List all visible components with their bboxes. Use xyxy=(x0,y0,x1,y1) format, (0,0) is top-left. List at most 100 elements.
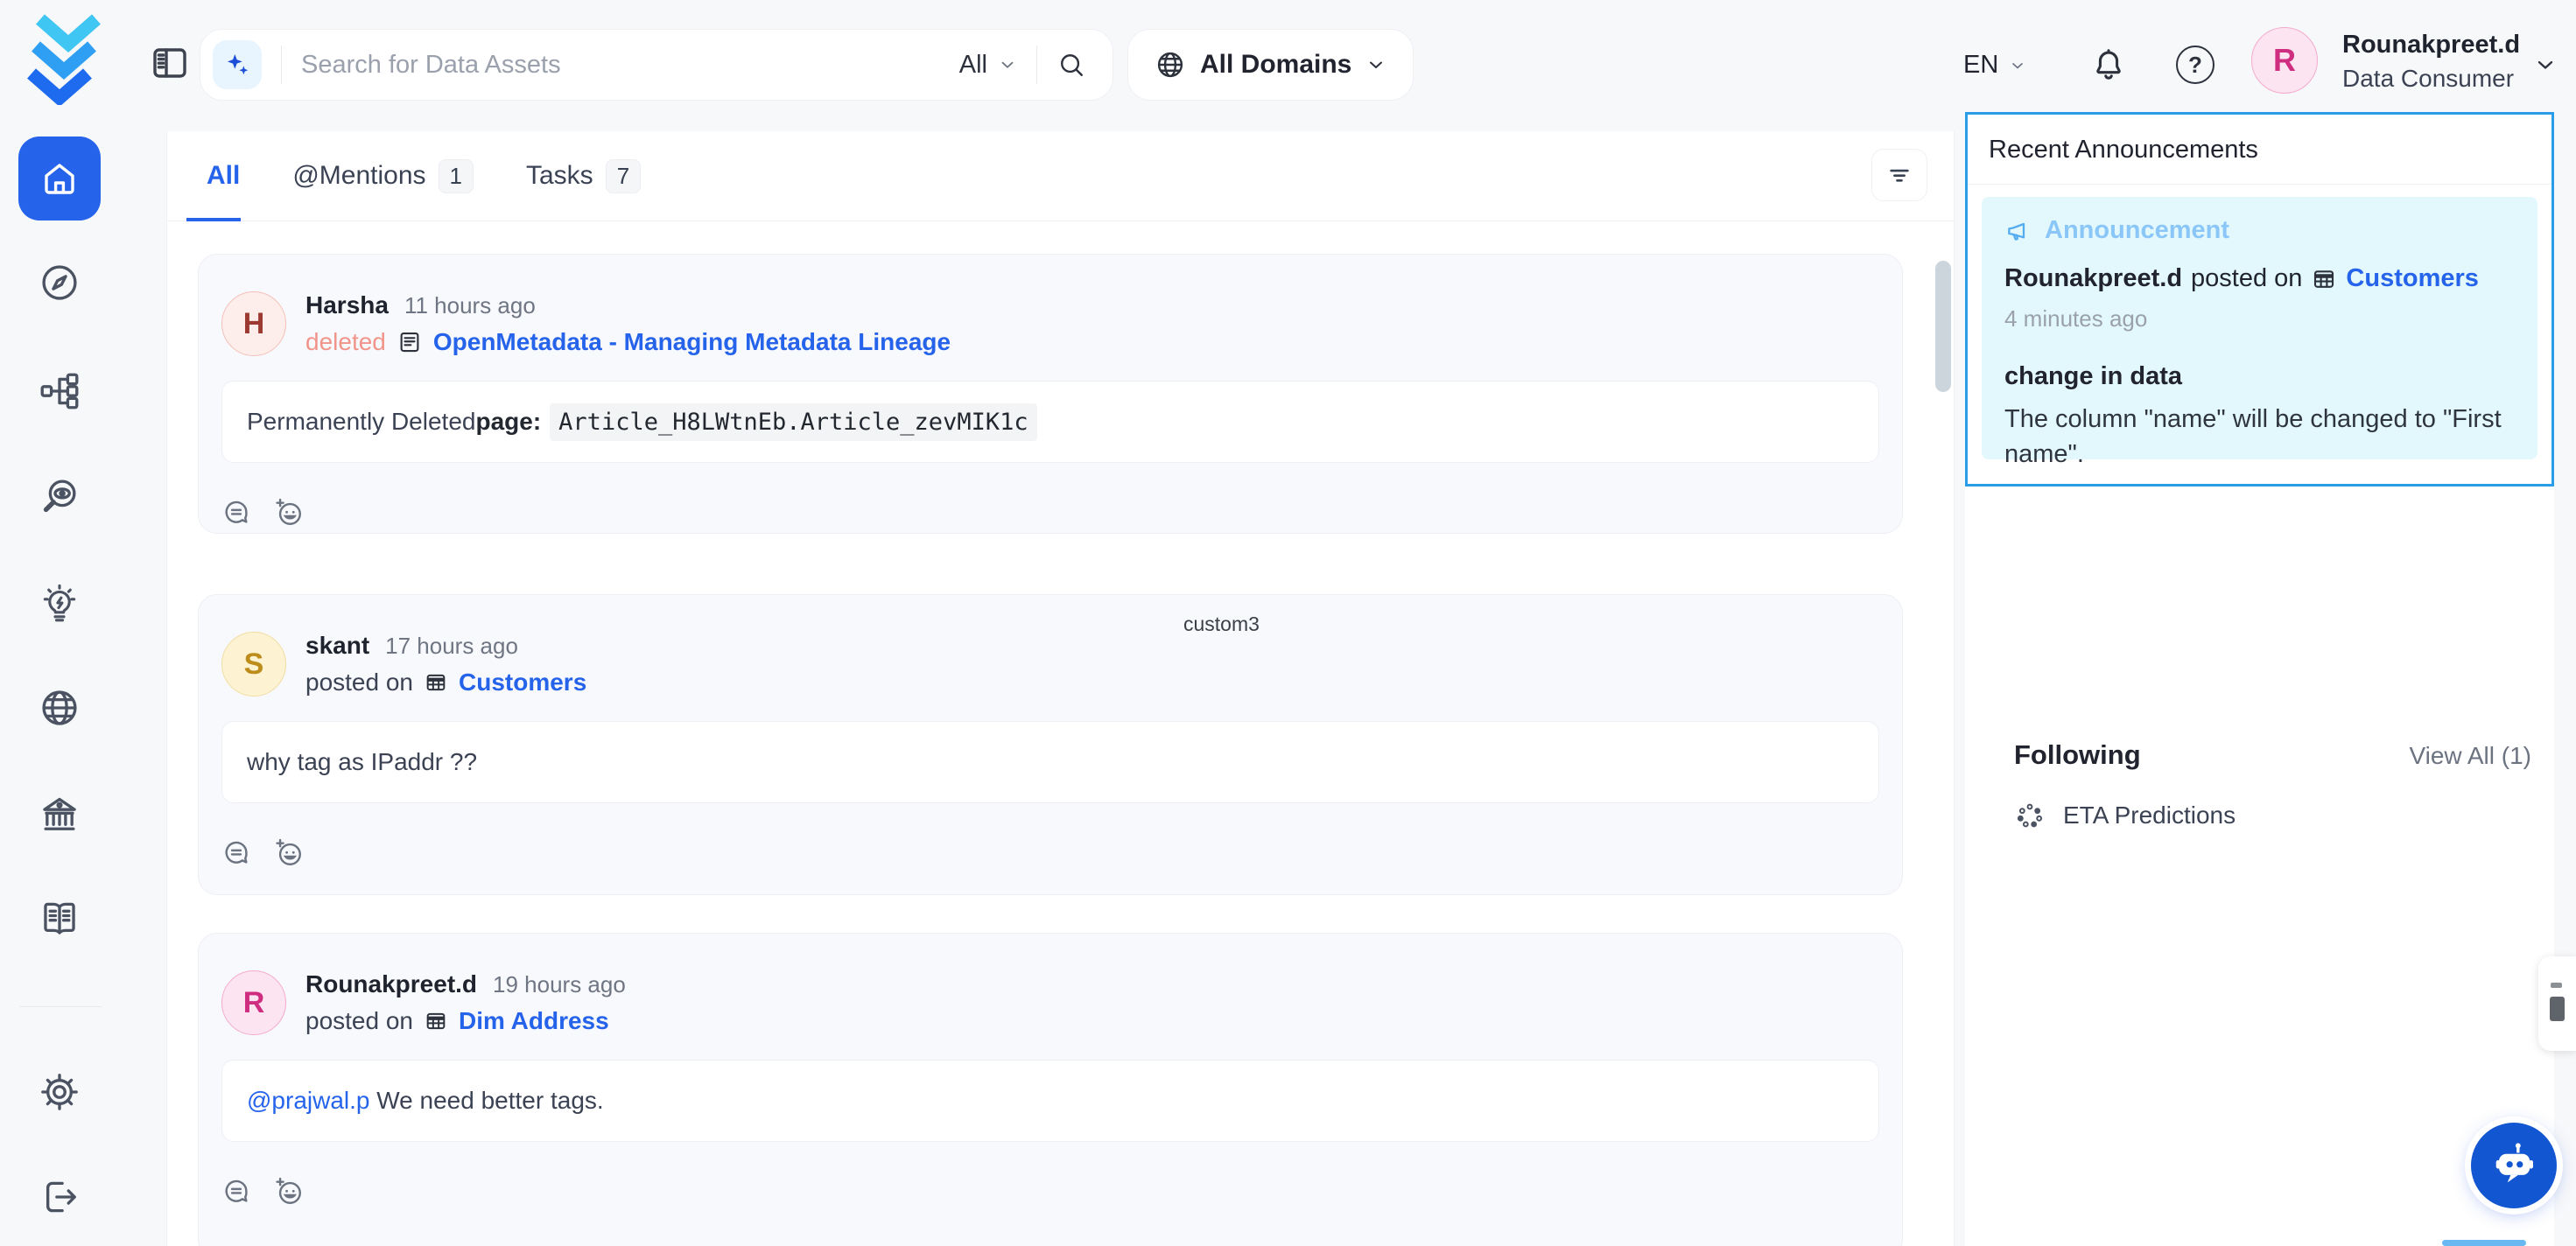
feed-filter-button[interactable] xyxy=(1871,149,1927,201)
active-tab-underline xyxy=(186,218,241,221)
entity-link[interactable]: Customers xyxy=(459,668,586,696)
sidebar-item-glossary[interactable] xyxy=(37,895,82,941)
add-reaction-icon[interactable] xyxy=(274,1177,304,1207)
add-reaction-icon[interactable] xyxy=(274,838,304,868)
tab-tasks-count: 7 xyxy=(606,159,641,193)
user-avatar[interactable]: R xyxy=(2251,27,2318,94)
globe-icon xyxy=(38,686,81,730)
edge-widget-glyph xyxy=(2550,997,2565,1021)
tab-tasks[interactable]: Tasks 7 xyxy=(526,159,641,193)
horizontal-scrollbar-thumb[interactable] xyxy=(2442,1240,2526,1246)
feed-action: posted on xyxy=(305,668,413,696)
right-rail: Recent Announcements Announcement Rounak… xyxy=(1965,112,2554,1246)
mention-link[interactable]: @prajwal.p xyxy=(247,1087,369,1115)
recent-announcements-widget: Recent Announcements Announcement Rounak… xyxy=(1965,112,2554,486)
ml-model-icon xyxy=(2016,802,2044,830)
sidebar-item-home[interactable] xyxy=(18,136,101,220)
sidebar-item-platform[interactable] xyxy=(37,368,82,414)
feed-timestamp: 19 hours ago xyxy=(493,971,626,998)
sidebar-item-govern[interactable] xyxy=(37,792,82,837)
logout-icon xyxy=(38,1175,81,1219)
feed-timestamp: 11 hours ago xyxy=(404,292,536,319)
following-item[interactable]: ETA Predictions xyxy=(2016,802,2236,830)
settings-gear-icon xyxy=(38,1070,81,1114)
ai-sparkle-icon[interactable] xyxy=(213,40,262,89)
help-glyph: ? xyxy=(2188,52,2202,79)
add-reaction-icon[interactable] xyxy=(274,498,304,528)
sidebar-item-logout[interactable] xyxy=(37,1174,82,1220)
announcement-body: The column "name" will be changed to "Fi… xyxy=(2004,402,2530,472)
domains-label: All Domains xyxy=(1200,50,1351,80)
user-identity[interactable]: Rounakpreet.d Data Consumer xyxy=(2342,31,2520,93)
sidebar-item-explore[interactable] xyxy=(37,260,82,305)
table-icon xyxy=(424,1009,448,1033)
article-icon xyxy=(397,329,423,355)
feed-user-name[interactable]: Harsha xyxy=(305,291,389,319)
filter-icon xyxy=(1886,162,1913,188)
user-role: Data Consumer xyxy=(2342,65,2520,93)
table-icon xyxy=(2311,266,2337,292)
openmetadata-logo[interactable] xyxy=(25,7,109,105)
comment-icon[interactable] xyxy=(221,838,251,868)
tab-mentions[interactable]: @Mentions 1 xyxy=(292,159,474,193)
avatar: R xyxy=(221,970,286,1035)
user-menu-chevron-icon[interactable] xyxy=(2533,52,2558,77)
search-scope-label: All xyxy=(959,51,987,80)
domains-dropdown[interactable]: All Domains xyxy=(1127,29,1414,101)
feed-timestamp: 17 hours ago xyxy=(385,633,518,660)
user-name: Rounakpreet.d xyxy=(2342,31,2520,60)
sidebar-item-insights[interactable] xyxy=(37,580,82,626)
lightbulb-bolt-icon xyxy=(38,581,81,625)
robot-icon xyxy=(2488,1140,2539,1191)
globe-icon xyxy=(1155,49,1186,80)
language-label: EN xyxy=(1963,51,1998,80)
feed-user-name[interactable]: Rounakpreet.d xyxy=(305,970,477,998)
book-icon xyxy=(38,896,81,940)
avatar-initial: R xyxy=(243,986,265,1020)
following-view-all-link[interactable]: View All (1) xyxy=(2409,742,2531,770)
announcement-author[interactable]: Rounakpreet.d xyxy=(2004,264,2182,293)
sidebar-item-observability[interactable] xyxy=(37,473,82,519)
sidebar-toggle-icon[interactable] xyxy=(149,42,191,84)
avatar: H xyxy=(221,291,286,356)
feed-tabbar: All @Mentions 1 Tasks 7 xyxy=(167,131,1954,221)
chat-bot-button[interactable] xyxy=(2471,1123,2557,1208)
entity-link[interactable]: Customers xyxy=(2346,264,2479,293)
feed-card: S skant 17 hours ago posted on xyxy=(198,594,1903,895)
table-icon xyxy=(424,670,448,695)
announcement-action: posted on xyxy=(2191,264,2302,293)
feed-action: deleted xyxy=(305,328,386,356)
tab-all[interactable]: All xyxy=(207,161,240,191)
notifications-bell-icon[interactable] xyxy=(2088,46,2129,86)
avatar-initial: H xyxy=(243,307,265,341)
following-title: Following xyxy=(2014,739,2141,771)
entity-link[interactable]: Dim Address xyxy=(459,1007,609,1035)
edge-collapsed-widget[interactable] xyxy=(2538,956,2576,1051)
announcement-card[interactable]: Announcement Rounakpreet.d posted on Cus… xyxy=(1982,197,2537,459)
help-icon[interactable]: ? xyxy=(2176,46,2215,84)
tab-mentions-count: 1 xyxy=(439,159,474,193)
message-text: Permanently Deleted xyxy=(247,408,475,436)
feed-scrollbar-thumb[interactable] xyxy=(1935,261,1951,392)
feed-user-name[interactable]: skant xyxy=(305,632,369,660)
following-item-label: ETA Predictions xyxy=(2063,802,2236,830)
search-scope-dropdown[interactable]: All xyxy=(959,51,1017,80)
chevron-down-icon xyxy=(2009,57,2026,74)
sidebar-item-settings[interactable] xyxy=(37,1069,82,1115)
search-input[interactable] xyxy=(301,51,959,80)
feed-message: why tag as IPaddr ?? xyxy=(221,721,1879,803)
sidebar-item-domains[interactable] xyxy=(37,685,82,731)
magnifier-eye-icon xyxy=(38,474,81,518)
announcement-subject: change in data xyxy=(2004,362,2515,391)
language-dropdown[interactable]: EN xyxy=(1963,51,2026,80)
entity-link[interactable]: OpenMetadata - Managing Metadata Lineage xyxy=(433,328,951,356)
lineage-flow-icon xyxy=(38,369,81,413)
sidebar-divider xyxy=(19,1006,102,1007)
activity-feed-panel: All @Mentions 1 Tasks 7 H Hars xyxy=(166,131,1955,1246)
search-icon[interactable] xyxy=(1056,50,1086,80)
comment-icon[interactable] xyxy=(221,498,251,528)
home-icon xyxy=(39,158,81,200)
global-search-bar: All xyxy=(200,29,1113,101)
chevron-down-icon xyxy=(1365,54,1386,75)
comment-icon[interactable] xyxy=(221,1177,251,1207)
